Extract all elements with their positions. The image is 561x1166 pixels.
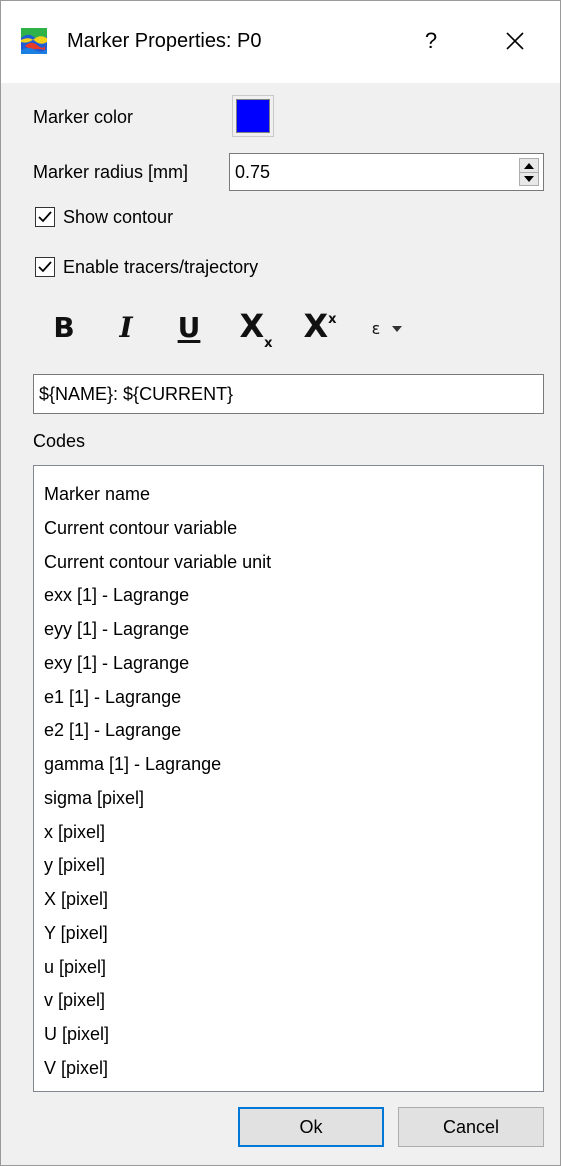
list-item[interactable]: v [pixel] — [44, 984, 543, 1018]
format-toolbar: B I U Xx Xx ε — [45, 301, 465, 357]
list-item[interactable]: eyy [1] - Lagrange — [44, 613, 543, 647]
list-item[interactable]: exy [1] - Lagrange — [44, 647, 543, 681]
list-item[interactable]: X [pixel] — [44, 883, 543, 917]
list-item[interactable]: gamma [1] - Lagrange — [44, 748, 543, 782]
italic-button[interactable]: I — [107, 311, 145, 359]
marker-color-label: Marker color — [33, 107, 134, 127]
list-item[interactable]: Current contour variable unit — [44, 546, 543, 580]
enable-tracers-checkbox[interactable] — [35, 257, 55, 277]
bold-icon: B — [53, 311, 75, 344]
label-format-field — [33, 374, 544, 414]
marker-radius-input[interactable] — [235, 158, 505, 186]
epsilon-icon: ε — [371, 319, 381, 338]
ok-button[interactable]: Ok — [238, 1107, 384, 1147]
enable-tracers-label: Enable tracers/trajectory — [63, 257, 259, 277]
close-button[interactable] — [491, 19, 539, 63]
show-contour-checkbox[interactable] — [35, 207, 55, 227]
marker-color-button[interactable] — [232, 95, 274, 137]
list-item[interactable]: U [pixel] — [44, 1018, 543, 1052]
ok-button-label: Ok — [299, 1116, 323, 1137]
app-icon — [21, 28, 47, 54]
codes-label: Codes — [33, 431, 86, 451]
window-title: Marker Properties: P0 — [67, 30, 262, 52]
marker-radius-label: Marker radius [mm] — [33, 162, 189, 182]
triangle-up-icon — [524, 162, 534, 169]
triangle-down-icon — [392, 326, 403, 332]
italic-icon: I — [119, 311, 133, 344]
marker-properties-dialog: Marker Properties: P0 ? Marker color Mar… — [0, 0, 561, 1166]
title-bar: Marker Properties: P0 ? — [1, 1, 560, 83]
label-format-input[interactable] — [39, 380, 534, 408]
list-item[interactable]: x [pixel] — [44, 816, 543, 850]
list-item[interactable]: e1 [1] - Lagrange — [44, 681, 543, 715]
list-item[interactable]: Y [pixel] — [44, 917, 543, 951]
subscript-button[interactable]: Xx — [233, 307, 279, 355]
checkmark-icon — [38, 211, 52, 223]
spin-up-button[interactable] — [520, 159, 538, 173]
marker-color-swatch — [236, 99, 270, 133]
codes-list[interactable]: Marker name Current contour variable Curre… — [33, 465, 544, 1092]
list-item[interactable]: u [pixel] — [44, 951, 543, 985]
list-item[interactable]: exx [1] - Lagrange — [44, 579, 543, 613]
enable-tracers-checkbox-row[interactable]: Enable tracers/trajectory — [35, 254, 258, 280]
list-item[interactable]: V [pixel] — [44, 1052, 543, 1086]
help-icon: ? — [424, 28, 438, 53]
show-contour-checkbox-row[interactable]: Show contour — [35, 204, 173, 230]
cancel-button-label: Cancel — [442, 1116, 500, 1137]
help-button[interactable]: ? — [407, 19, 455, 63]
list-item[interactable]: Current contour variable — [44, 512, 543, 546]
superscript-button[interactable]: Xx — [297, 307, 343, 355]
underline-icon: U — [177, 311, 201, 344]
list-item[interactable]: y [pixel] — [44, 849, 543, 883]
codes-items: Marker name Current contour variable Curre… — [34, 466, 543, 1086]
list-item[interactable]: Marker name — [44, 478, 543, 512]
underline-button[interactable]: U — [169, 311, 209, 359]
marker-radius-spinbox — [229, 153, 544, 191]
bold-button[interactable]: B — [45, 311, 83, 359]
spin-down-button[interactable] — [520, 172, 538, 185]
close-icon — [506, 32, 524, 50]
checkmark-icon — [38, 261, 52, 273]
list-item[interactable]: sigma [pixel] — [44, 782, 543, 816]
subscript-icon: Xx — [239, 307, 273, 351]
cancel-button[interactable]: Cancel — [398, 1107, 544, 1147]
triangle-down-icon — [524, 175, 534, 182]
symbol-dropdown-button[interactable]: ε — [359, 319, 415, 367]
list-item[interactable]: e2 [1] - Lagrange — [44, 714, 543, 748]
superscript-icon: Xx — [303, 307, 337, 345]
spin-buttons — [519, 158, 539, 186]
show-contour-label: Show contour — [63, 207, 174, 227]
